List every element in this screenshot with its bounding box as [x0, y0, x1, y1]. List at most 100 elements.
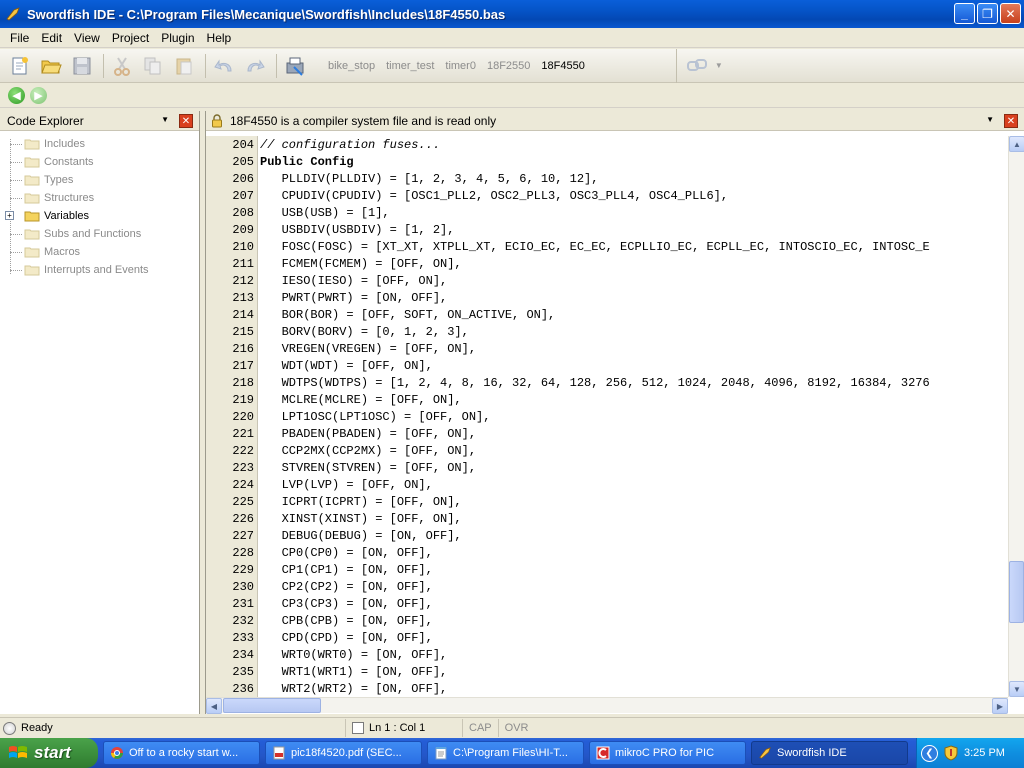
menu-project[interactable]: Project	[106, 28, 155, 48]
code-line[interactable]: 210 FOSC(FOSC) = [XT_XT, XTPLL_XT, ECIO_…	[206, 239, 1008, 256]
open-folder-button[interactable]	[37, 52, 65, 80]
tree-item-structures[interactable]: Structures	[0, 189, 199, 207]
minimize-button[interactable]: _	[954, 3, 975, 24]
horizontal-scroll-thumb[interactable]	[223, 698, 321, 713]
cut-button[interactable]	[108, 52, 136, 80]
chevron-down-icon[interactable]: ▼	[161, 115, 169, 124]
close-button[interactable]: ✕	[1000, 3, 1021, 24]
scroll-up-button[interactable]: ▲	[1009, 136, 1024, 152]
clock[interactable]: 3:25 PM	[964, 747, 1005, 759]
code-line[interactable]: 220 LPT1OSC(LPT1OSC) = [OFF, ON],	[206, 409, 1008, 426]
vertical-scrollbar[interactable]: ▲ ▼	[1008, 136, 1024, 697]
chevron-down-icon[interactable]: ▼	[986, 115, 994, 124]
code-line[interactable]: 230 CP2(CP2) = [ON, OFF],	[206, 579, 1008, 596]
tree-item-interrupts-and-events[interactable]: Interrupts and Events	[0, 261, 199, 279]
tree-item-macros[interactable]: Macros	[0, 243, 199, 261]
code-line[interactable]: 225 ICPRT(ICPRT) = [OFF, ON],	[206, 494, 1008, 511]
code-line[interactable]: 229 CP1(CP1) = [ON, OFF],	[206, 562, 1008, 579]
expand-icon[interactable]: +	[5, 211, 14, 220]
code-line[interactable]: 232 CPB(CPB) = [ON, OFF],	[206, 613, 1008, 630]
code-line[interactable]: 221 PBADEN(PBADEN) = [OFF, ON],	[206, 426, 1008, 443]
line-number: 231	[232, 597, 254, 611]
code-line[interactable]: 235 WRT1(WRT1) = [ON, OFF],	[206, 664, 1008, 681]
code-line[interactable]: 218 WDTPS(WDTPS) = [1, 2, 4, 8, 16, 32, …	[206, 375, 1008, 392]
vertical-scroll-thumb[interactable]	[1009, 561, 1024, 623]
tree-item-subs-and-functions[interactable]: Subs and Functions	[0, 225, 199, 243]
code-line[interactable]: 224 LVP(LVP) = [OFF, ON],	[206, 477, 1008, 494]
title-bar[interactable]: Swordfish IDE - C:\Program Files\Mecaniq…	[0, 0, 1024, 28]
tree-item-variables[interactable]: + Variables	[0, 207, 199, 225]
code-line[interactable]: 231 CP3(CP3) = [ON, OFF],	[206, 596, 1008, 613]
code-line[interactable]: 234 WRT0(WRT0) = [ON, OFF],	[206, 647, 1008, 664]
code-line[interactable]: 206 PLLDIV(PLLDIV) = [1, 2, 3, 4, 5, 6, …	[206, 171, 1008, 188]
close-explorer-button[interactable]: ✕	[179, 114, 193, 128]
show-hidden-icons-button[interactable]: ❮	[921, 744, 938, 762]
tree-item-types[interactable]: Types	[0, 171, 199, 189]
code-line[interactable]: 212 IESO(IESO) = [OFF, ON],	[206, 273, 1008, 290]
code-line[interactable]: 204 // configuration fuses...	[206, 137, 1008, 154]
code-line[interactable]: 211 FCMEM(FCMEM) = [OFF, ON],	[206, 256, 1008, 273]
tab-timer-test[interactable]: timer_test	[386, 60, 434, 72]
tree-item-constants[interactable]: Constants	[0, 153, 199, 171]
forward-button[interactable]: ▶	[30, 87, 47, 104]
plugin-toolbar: ▼	[685, 55, 723, 77]
compile-program-button[interactable]	[281, 52, 309, 80]
chevron-down-icon[interactable]: ▼	[715, 61, 723, 70]
tab-bike-stop[interactable]: bike_stop	[328, 60, 375, 72]
code-line[interactable]: 213 PWRT(PWRT) = [ON, OFF],	[206, 290, 1008, 307]
code-line[interactable]: 233 CPD(CPD) = [ON, OFF],	[206, 630, 1008, 647]
code-line[interactable]: 207 CPUDIV(CPUDIV) = [OSC1_PLL2, OSC2_PL…	[206, 188, 1008, 205]
navigation-bar: ◀ ▶	[0, 84, 1024, 108]
taskbar-item-pdf[interactable]: pic18f4520.pdf (SEC...	[265, 741, 422, 765]
link-icon[interactable]	[685, 55, 711, 77]
menu-help[interactable]: Help	[201, 28, 238, 48]
code-line[interactable]: 236 WRT2(WRT2) = [ON, OFF],	[206, 681, 1008, 697]
copy-button[interactable]	[139, 52, 167, 80]
taskbar-item-mikroc[interactable]: mikroC PRO for PIC	[589, 741, 746, 765]
menu-file[interactable]: File	[4, 28, 35, 48]
scroll-right-button[interactable]: ▶	[992, 698, 1008, 714]
scroll-left-button[interactable]: ◀	[206, 698, 222, 714]
undo-button[interactable]	[210, 52, 238, 80]
tree-item-includes[interactable]: Includes	[0, 135, 199, 153]
maximize-button[interactable]: ❐	[977, 3, 998, 24]
code-line[interactable]: 214 BOR(BOR) = [OFF, SOFT, ON_ACTIVE, ON…	[206, 307, 1008, 324]
menu-view[interactable]: View	[68, 28, 106, 48]
code-line[interactable]: 227 DEBUG(DEBUG) = [ON, OFF],	[206, 528, 1008, 545]
redo-button[interactable]	[241, 52, 269, 80]
code-line[interactable]: 222 CCP2MX(CCP2MX) = [OFF, ON],	[206, 443, 1008, 460]
security-shield-icon[interactable]	[944, 745, 958, 761]
code-line[interactable]: 217 WDT(WDT) = [OFF, ON],	[206, 358, 1008, 375]
status-icon	[3, 721, 16, 735]
new-file-button[interactable]	[6, 52, 34, 80]
code-line[interactable]: 209 USBDIV(USBDIV) = [1, 2],	[206, 222, 1008, 239]
menu-plugin[interactable]: Plugin	[155, 28, 200, 48]
taskbar-item-swordfish[interactable]: Swordfish IDE	[751, 741, 908, 765]
tab-timer0[interactable]: timer0	[445, 60, 476, 72]
line-text: ICPRT(ICPRT) = [OFF, ON],	[260, 495, 462, 509]
code-line[interactable]: 215 BORV(BORV) = [0, 1, 2, 3],	[206, 324, 1008, 341]
back-button[interactable]: ◀	[8, 87, 25, 104]
scroll-down-button[interactable]: ▼	[1009, 681, 1024, 697]
code-line[interactable]: 216 VREGEN(VREGEN) = [OFF, ON],	[206, 341, 1008, 358]
code-line[interactable]: 219 MCLRE(MCLRE) = [OFF, ON],	[206, 392, 1008, 409]
close-editor-button[interactable]: ✕	[1004, 114, 1018, 128]
taskbar-item-notepad[interactable]: C:\Program Files\HI-T...	[427, 741, 584, 765]
start-button[interactable]: start	[0, 738, 98, 768]
line-text: WRT0(WRT0) = [ON, OFF],	[260, 648, 448, 662]
code-line[interactable]: 226 XINST(XINST) = [OFF, ON],	[206, 511, 1008, 528]
menu-edit[interactable]: Edit	[35, 28, 68, 48]
tab-18f4550[interactable]: 18F4550	[541, 60, 584, 72]
taskbar-item-chrome[interactable]: Off to a rocky start w...	[103, 741, 260, 765]
tab-18f2550[interactable]: 18F2550	[487, 60, 530, 72]
code-line[interactable]: 208 USB(USB) = [1],	[206, 205, 1008, 222]
paste-button[interactable]	[170, 52, 198, 80]
code-text-area[interactable]: 204 // configuration fuses... 205 Public Co…	[206, 136, 1008, 697]
line-text: IESO(IESO) = [OFF, ON],	[260, 274, 448, 288]
code-line[interactable]: 228 CP0(CP0) = [ON, OFF],	[206, 545, 1008, 562]
code-line[interactable]: 205 Public Config	[206, 154, 1008, 171]
horizontal-scrollbar[interactable]: ◀ ▶	[206, 697, 1008, 714]
line-number: 220	[232, 410, 254, 424]
save-button[interactable]	[68, 52, 96, 80]
code-line[interactable]: 223 STVREN(STVREN) = [OFF, ON],	[206, 460, 1008, 477]
